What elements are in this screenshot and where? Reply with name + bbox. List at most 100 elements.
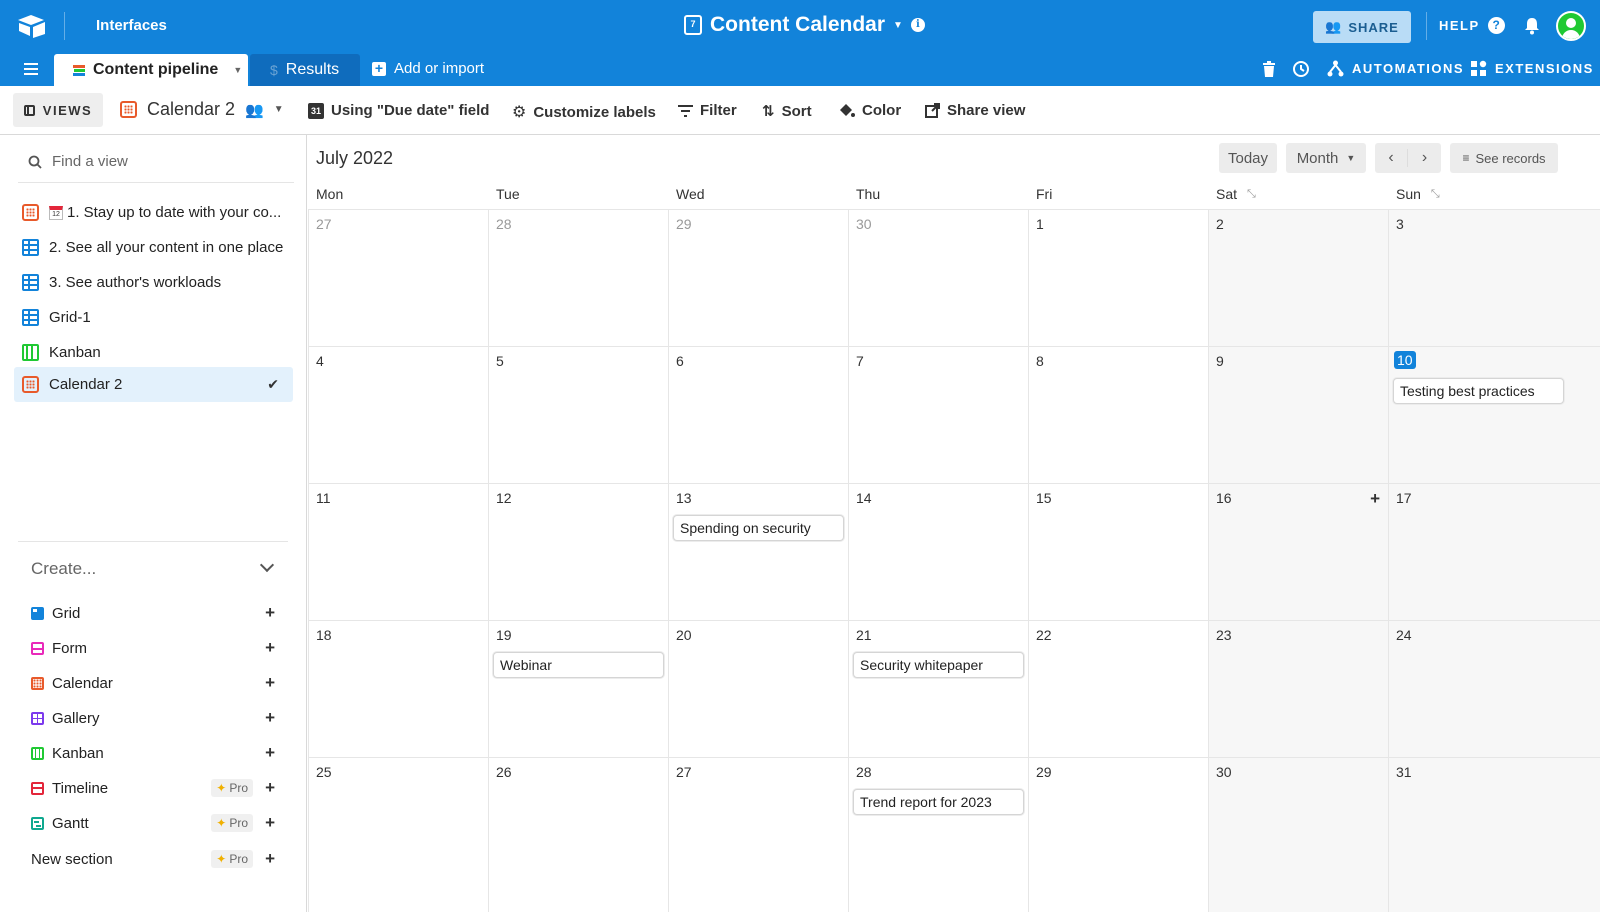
customize-labels-button[interactable]: ⚙ Customize labels xyxy=(512,102,656,122)
bell-icon[interactable] xyxy=(1522,16,1542,36)
day-cell-today[interactable]: 10 Testing best practices xyxy=(1388,346,1600,483)
sidebar-view-stay-up-to-date[interactable]: 12 1. Stay up to date with your co... xyxy=(14,195,293,230)
day-cell[interactable]: 30 xyxy=(1208,757,1388,912)
sidebar-view-grid-1[interactable]: Grid-1 xyxy=(14,300,293,335)
help-button[interactable]: HELP ? xyxy=(1439,17,1505,34)
day-cell[interactable]: 27 xyxy=(668,757,848,912)
day-cell[interactable]: 24 xyxy=(1388,620,1600,757)
current-view-menu[interactable]: Calendar 2 👥 ▼ xyxy=(120,99,284,120)
sidebar-view-author-workloads[interactable]: 3. See author's workloads xyxy=(14,265,293,300)
airtable-logo-icon[interactable] xyxy=(18,14,46,38)
extensions-button[interactable]: EXTENSIONS xyxy=(1470,60,1594,77)
caret-down-icon[interactable]: ▼ xyxy=(233,65,242,75)
range-select[interactable]: Month ▼ xyxy=(1286,143,1366,173)
tab-results[interactable]: $ Results xyxy=(250,54,360,86)
plus-icon[interactable]: + xyxy=(265,813,275,833)
day-cell[interactable]: 29 xyxy=(1028,757,1208,912)
event-card[interactable]: Spending on security xyxy=(673,515,844,541)
day-cell[interactable]: 6 xyxy=(668,346,848,483)
sort-button[interactable]: ⇅ Sort xyxy=(762,102,812,121)
event-card[interactable]: Testing best practices xyxy=(1393,378,1564,404)
plus-icon[interactable]: + xyxy=(265,708,275,728)
automations-button[interactable]: AUTOMATIONS xyxy=(1327,60,1464,77)
event-card[interactable]: Security whitepaper xyxy=(853,652,1024,678)
day-cell[interactable]: 22 xyxy=(1028,620,1208,757)
menu-icon[interactable] xyxy=(24,63,38,75)
day-cell[interactable]: 15 xyxy=(1028,483,1208,620)
plus-icon[interactable]: + xyxy=(265,638,275,658)
day-cell[interactable]: 11 xyxy=(308,483,488,620)
views-toggle-button[interactable]: VIEWS xyxy=(13,93,103,127)
plus-icon[interactable]: + xyxy=(265,778,275,798)
history-icon[interactable] xyxy=(1292,60,1310,78)
create-kanban[interactable]: Kanban + xyxy=(31,742,279,764)
day-cell[interactable]: 7 xyxy=(848,346,1028,483)
chevron-right-icon[interactable]: › xyxy=(1408,149,1441,167)
day-cell[interactable]: 26 xyxy=(488,757,668,912)
day-cell[interactable]: 28 Trend report for 2023 xyxy=(848,757,1028,912)
day-cell[interactable]: 9 xyxy=(1208,346,1388,483)
day-cell[interactable]: 3 xyxy=(1388,209,1600,346)
add-or-import-button[interactable]: + Add or import xyxy=(372,60,484,77)
create-new-section[interactable]: New section ✦ Pro + xyxy=(31,848,279,870)
day-cell[interactable]: 19 Webinar xyxy=(488,620,668,757)
day-cell[interactable]: 20 xyxy=(668,620,848,757)
share-button[interactable]: 👥 SHARE xyxy=(1313,11,1411,43)
create-grid[interactable]: Grid + xyxy=(31,602,279,624)
sidebar-view-calendar-2[interactable]: Calendar 2 ✔ xyxy=(14,367,293,402)
find-view-search[interactable]: Find a view xyxy=(28,153,128,170)
base-title[interactable]: 7 Content Calendar ▼ i xyxy=(684,13,925,37)
day-cell[interactable]: 1 xyxy=(1028,209,1208,346)
event-card[interactable]: Webinar xyxy=(493,652,664,678)
color-button[interactable]: Color xyxy=(838,102,901,119)
day-cell[interactable]: 17 xyxy=(1388,483,1600,620)
day-cell[interactable]: 18 xyxy=(308,620,488,757)
today-button[interactable]: Today xyxy=(1219,143,1277,173)
caret-down-icon[interactable]: ▼ xyxy=(274,104,284,115)
day-cell[interactable]: 29 xyxy=(668,209,848,346)
day-cell[interactable]: 30 xyxy=(848,209,1028,346)
plus-icon[interactable]: + xyxy=(265,603,275,623)
create-gantt[interactable]: Gantt ✦ Pro + xyxy=(31,812,279,834)
filter-button[interactable]: Filter xyxy=(678,102,737,119)
day-cell[interactable]: 23 xyxy=(1208,620,1388,757)
tab-content-pipeline[interactable]: Content pipeline ▼ xyxy=(54,54,248,86)
day-cell[interactable]: 2 xyxy=(1208,209,1388,346)
sidebar-view-kanban[interactable]: Kanban xyxy=(14,335,293,370)
day-cell[interactable]: 8 xyxy=(1028,346,1208,483)
create-section-header[interactable]: Create... xyxy=(31,559,96,579)
info-icon[interactable]: i xyxy=(910,18,925,32)
collapse-icon[interactable]: ⤡ xyxy=(1431,188,1440,201)
day-cell[interactable]: 14 xyxy=(848,483,1028,620)
chevron-left-icon[interactable]: ‹ xyxy=(1375,149,1408,167)
create-gallery[interactable]: Gallery + xyxy=(31,707,279,729)
day-cell[interactable]: 31 xyxy=(1388,757,1600,912)
month-title: July 2022 xyxy=(316,148,394,168)
create-timeline[interactable]: Timeline ✦ Pro + xyxy=(31,777,279,799)
plus-icon[interactable]: + xyxy=(265,849,275,869)
day-cell[interactable]: 12 xyxy=(488,483,668,620)
add-record-plus-icon[interactable]: + xyxy=(1370,489,1380,509)
day-cell[interactable]: 25 xyxy=(308,757,488,912)
day-cell[interactable]: 21 Security whitepaper xyxy=(848,620,1028,757)
sidebar-view-all-content[interactable]: 2. See all your content in one place xyxy=(14,230,293,265)
create-calendar[interactable]: Calendar + xyxy=(31,672,279,694)
day-cell[interactable]: 5 xyxy=(488,346,668,483)
trash-icon[interactable] xyxy=(1263,61,1275,77)
caret-down-icon[interactable]: ▼ xyxy=(893,20,903,31)
collapse-icon[interactable]: ⤡ xyxy=(1247,188,1256,201)
see-records-button[interactable]: ≡ See records xyxy=(1450,143,1558,173)
plus-icon[interactable]: + xyxy=(265,673,275,693)
day-cell[interactable]: 4 xyxy=(308,346,488,483)
interfaces-link[interactable]: Interfaces xyxy=(96,17,167,34)
day-cell[interactable]: 13 Spending on security xyxy=(668,483,848,620)
create-form[interactable]: Form + xyxy=(31,637,279,659)
day-cell[interactable]: 27 xyxy=(308,209,488,346)
event-card[interactable]: Trend report for 2023 xyxy=(853,789,1024,815)
day-cell[interactable]: 16 + xyxy=(1208,483,1388,620)
date-field-button[interactable]: 31 Using "Due date" field xyxy=(308,102,489,119)
plus-icon[interactable]: + xyxy=(265,743,275,763)
user-avatar[interactable] xyxy=(1556,11,1586,41)
day-cell[interactable]: 28 xyxy=(488,209,668,346)
share-view-button[interactable]: Share view xyxy=(925,102,1025,119)
